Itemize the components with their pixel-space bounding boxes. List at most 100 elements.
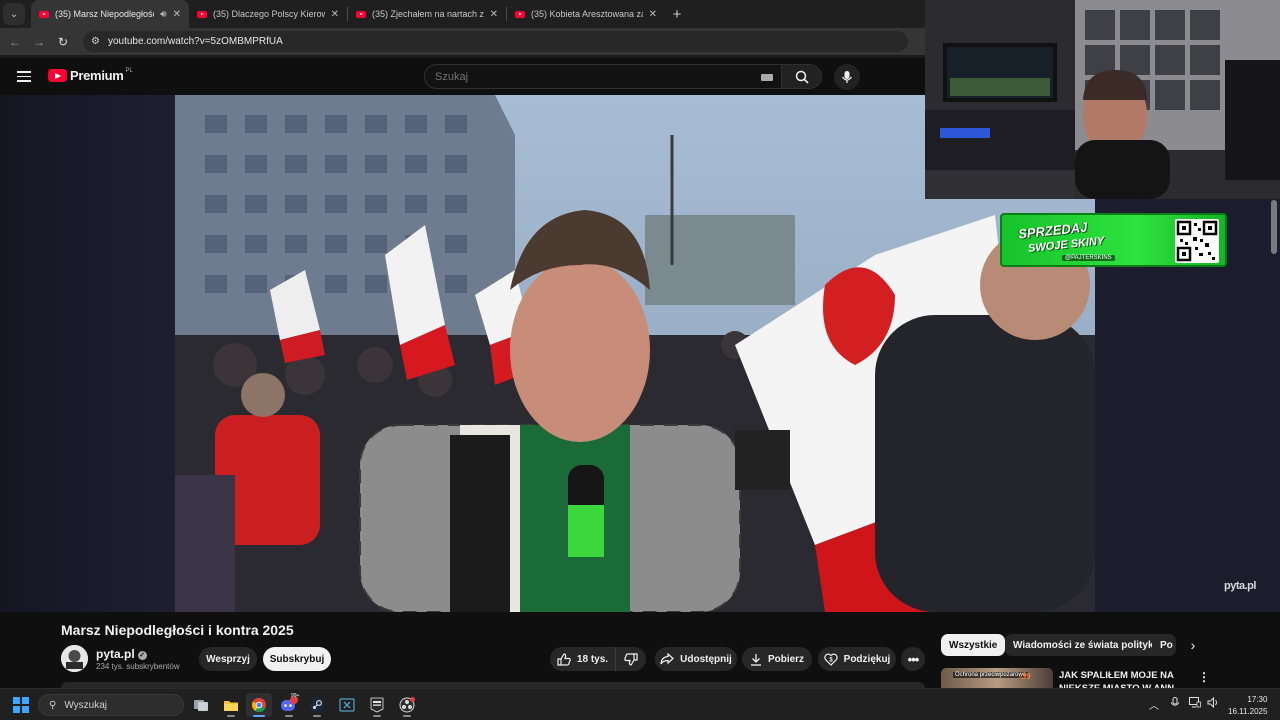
channel-name-row[interactable]: pyta.pl ✓ (96, 647, 147, 661)
close-icon[interactable]: ✕ (649, 9, 657, 20)
epic-games-icon[interactable] (364, 693, 390, 717)
back-arrow-icon[interactable]: ← (3, 35, 27, 49)
video-title: Marsz Niepodległości i kontra 2025 (61, 622, 294, 638)
close-icon[interactable]: ✕ (490, 9, 498, 20)
app-indicator (403, 715, 411, 717)
dislike-button[interactable] (616, 647, 646, 671)
subscribe-button[interactable]: Subskrybuj (263, 647, 331, 671)
chip-label: Wszystkie (949, 639, 998, 651)
support-button[interactable]: Wesprzyj (199, 647, 257, 671)
download-label: Pobierz (767, 653, 805, 665)
thumbnail-tag: Ochrona przeciwpożarowa (953, 672, 1029, 678)
search-input[interactable] (435, 70, 735, 83)
youtube-premium-logo[interactable]: Premium PL (48, 68, 133, 83)
channel-name: pyta.pl (96, 647, 135, 661)
youtube-favicon-icon (39, 10, 49, 18)
obs-studio-icon[interactable] (394, 693, 420, 717)
microphone-tray-icon[interactable] (1170, 697, 1180, 712)
close-icon[interactable]: ✕ (173, 9, 181, 20)
thumbs-down-icon (624, 652, 638, 666)
youtube-header: Premium PL (0, 58, 925, 95)
tab-title: (35) Zjechałem na nartach z Mo (372, 9, 484, 19)
thumbs-up-icon (557, 652, 571, 666)
scrollbar-thumb[interactable] (1271, 200, 1277, 254)
chevron-down-icon: ⌄ (9, 8, 19, 20)
chevron-up-icon[interactable]: ︿ (1149, 697, 1159, 712)
chrome-icon[interactable] (246, 693, 272, 717)
channel-avatar[interactable] (61, 645, 88, 672)
download-button[interactable]: Pobierz (742, 647, 812, 671)
tab-search-button[interactable]: ⌄ (3, 3, 25, 25)
thanks-button[interactable]: $ Podziękuj (818, 647, 896, 671)
tab-title: (35) Dlaczego Polscy Kierowcy (213, 9, 325, 19)
task-view-icon[interactable] (188, 693, 214, 717)
share-label: Udostępnij (680, 653, 732, 665)
subscribe-label: Subskrybuj (269, 653, 325, 665)
site-settings-icon[interactable]: ⚙︎ (91, 36, 100, 47)
system-clock[interactable]: 17:30 16.11.2025 (1228, 694, 1267, 718)
network-monitor-icon[interactable] (1189, 697, 1201, 711)
address-bar[interactable]: ⚙︎ youtube.com/watch?v=5zOMBMPRfUA (83, 31, 908, 52)
video-watermark: pyta.pl (1224, 580, 1256, 592)
chip-label: Wiadomości ze świata polityki (1013, 639, 1157, 651)
chip-politics-news[interactable]: Wiadomości ze świata polityki (1005, 634, 1165, 656)
tab-zjechalem-na-nartach[interactable]: (35) Zjechałem na nartach z Mo ✕ (348, 0, 506, 28)
thanks-heart-icon: $ (823, 653, 838, 666)
search-icon (795, 70, 809, 84)
support-label: Wesprzyj (206, 653, 250, 665)
forward-arrow-icon[interactable]: → (27, 35, 51, 49)
logo-text: Premium (70, 68, 124, 83)
tab-dlaczego-polscy-kierowcy[interactable]: (35) Dlaczego Polscy Kierowcy ✕ (189, 0, 347, 28)
microphone-icon (842, 71, 852, 83)
promo-banner[interactable]: SPRZEDAJ SWOJE SKINY @PAJTERSKINS (1000, 213, 1227, 267)
country-code: PL (125, 67, 133, 74)
app-indicator (285, 715, 293, 717)
more-actions-button[interactable]: ••• (901, 647, 925, 671)
video-info-section: Marsz Niepodległości i kontra 2025 pyta.… (0, 612, 1280, 694)
like-count: 18 tys. (576, 653, 609, 665)
volume-icon[interactable] (1207, 696, 1219, 711)
chip-label: Po (1160, 639, 1173, 651)
share-button[interactable]: Udostępnij (655, 647, 737, 671)
discord-icon[interactable]: 99+ (276, 693, 302, 717)
browser-tab-strip: ⌄ (35) Marsz Niepodległości i 🔊︎ ✕ (35) … (0, 0, 925, 28)
recommendation-thumbnail[interactable]: Ochrona przeciwpożarowa -39 (941, 668, 1053, 688)
new-tab-button[interactable]: + (665, 6, 689, 23)
app-indicator (313, 715, 321, 717)
share-icon (660, 653, 675, 665)
thumbnail-number: -39 (1019, 672, 1031, 681)
voice-search-button[interactable] (834, 64, 860, 90)
speaker-icon[interactable]: 🔊︎ (160, 9, 166, 20)
screen: ⌄ (35) Marsz Niepodległości i 🔊︎ ✕ (35) … (0, 0, 1280, 720)
recommendation-menu-icon[interactable]: ⋮ (1198, 670, 1210, 684)
youtube-logo-icon (48, 69, 67, 82)
chip-truncated[interactable]: Po (1152, 634, 1176, 656)
windows-start-icon[interactable] (13, 697, 29, 713)
clock-time: 17:30 (1247, 695, 1268, 704)
app-indicator (373, 715, 381, 717)
menu-icon[interactable] (17, 71, 31, 82)
steam-icon[interactable] (304, 693, 330, 717)
taskbar-search-placeholder: Wyszukaj (64, 699, 108, 711)
tab-marsz-niepodleglosci[interactable]: (35) Marsz Niepodległości i 🔊︎ ✕ (31, 0, 189, 28)
keyboard-icon[interactable] (761, 74, 773, 81)
xbox-app-icon[interactable] (334, 693, 360, 717)
windows-taskbar: ⚲ Wyszukaj 99+ ︿ 17:30 16.11.2025 (0, 688, 1280, 720)
reload-icon[interactable]: ↻ (51, 35, 75, 49)
promo-handle: @PAJTERSKINS (1062, 255, 1115, 261)
like-dislike-group: 18 tys. (550, 647, 646, 671)
file-explorer-icon[interactable] (218, 693, 244, 717)
like-button[interactable]: 18 tys. (550, 647, 616, 671)
chevron-right-icon[interactable]: › (1184, 637, 1202, 655)
chip-all[interactable]: Wszystkie (941, 634, 1006, 656)
search-button[interactable] (782, 64, 822, 89)
close-icon[interactable]: ✕ (331, 9, 339, 20)
tab-kobieta-aresztowana[interactable]: (35) Kobieta Aresztowana za Uj ✕ (507, 0, 665, 28)
taskbar-search[interactable]: ⚲ Wyszukaj (38, 694, 184, 716)
app-indicator (253, 715, 265, 717)
notification-badge: 99+ (291, 693, 300, 699)
clock-date: 16.11.2025 (1228, 707, 1268, 716)
qr-code-icon (1175, 219, 1219, 263)
youtube-favicon-icon (197, 10, 207, 18)
search-box[interactable] (424, 64, 782, 89)
